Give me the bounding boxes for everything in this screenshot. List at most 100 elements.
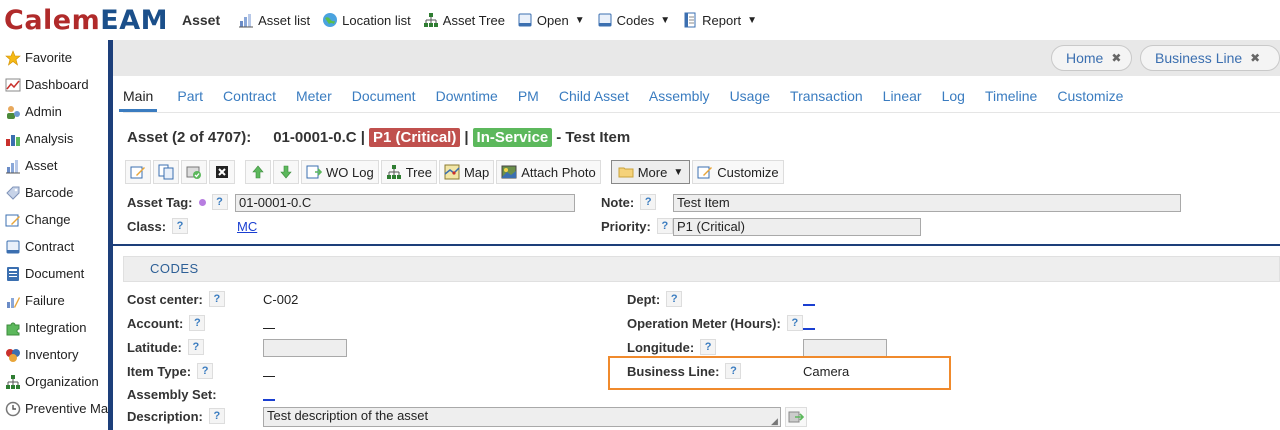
class-link[interactable]: MC [237, 219, 257, 234]
tree-button[interactable]: Tree [380, 160, 437, 184]
caret-down-icon: ▼ [574, 14, 585, 26]
help-icon[interactable]: ? [208, 291, 225, 307]
sidebar-item-favorite[interactable]: Favorite [0, 44, 110, 71]
help-icon[interactable]: ? [640, 194, 657, 210]
copy-button[interactable] [153, 160, 179, 184]
subtab-part[interactable]: Part [177, 86, 203, 112]
delete-button[interactable] [209, 160, 235, 184]
subtab-usage[interactable]: Usage [730, 86, 770, 112]
menu-location-list[interactable]: Location list [322, 12, 411, 28]
asset-tag-input[interactable]: 01-0001-0.C [235, 194, 575, 212]
sidebar-item-label: Favorite [25, 50, 72, 65]
subtab-timeline[interactable]: Timeline [985, 86, 1037, 112]
caret-down-icon: ▼ [673, 166, 684, 178]
sidebar-item-organization[interactable]: Organization [0, 368, 110, 395]
menu-asset-tree[interactable]: Asset Tree [423, 12, 505, 28]
subtab-log[interactable]: Log [942, 86, 965, 112]
sidebar-item-label: Document [25, 266, 85, 281]
help-icon[interactable]: ? [208, 408, 225, 424]
description-textarea[interactable]: Test description of the asset [263, 407, 781, 427]
sidebar-item-label: Preventive Ma [25, 401, 109, 416]
sidebar-item-analysis[interactable]: Analysis [0, 125, 110, 152]
button-label: Map [463, 164, 490, 180]
asset-icon [4, 157, 21, 174]
customize-button[interactable]: Customize [692, 160, 784, 184]
subtab-child-asset[interactable]: Child Asset [559, 86, 629, 112]
codes-section-header[interactable]: CODES [123, 256, 1280, 282]
account-empty-value [263, 328, 275, 329]
close-icon[interactable]: ✖ [1250, 51, 1260, 65]
description-expand-button[interactable] [785, 407, 807, 427]
close-icon[interactable]: ✖ [1111, 51, 1121, 65]
assembly-set-link[interactable] [263, 399, 275, 401]
subtab-linear[interactable]: Linear [883, 86, 922, 112]
wo-log-button[interactable]: WO Log [301, 160, 379, 184]
subtab-main[interactable]: Main [119, 86, 158, 112]
note-input[interactable]: Test Item [673, 194, 1181, 212]
organization-icon [4, 373, 21, 390]
sidebar-item-label: Inventory [25, 347, 79, 362]
menu-open[interactable]: Open ▼ [517, 12, 585, 28]
help-icon[interactable]: ? [187, 339, 204, 355]
subtab-document[interactable]: Document [352, 86, 416, 112]
sidebar-item-integration[interactable]: Integration [0, 314, 110, 341]
map-button[interactable]: Map [438, 160, 495, 184]
subtab-transaction[interactable]: Transaction [790, 86, 863, 112]
sidebar-item-change[interactable]: Change [0, 206, 110, 233]
latitude-input[interactable] [263, 339, 347, 357]
asset-name: - Test Item [556, 129, 631, 146]
subtab-customize[interactable]: Customize [1057, 86, 1123, 112]
help-icon[interactable]: ? [172, 218, 189, 234]
sidebar-item-asset[interactable]: Asset [0, 152, 110, 179]
description-label: Description: ? [127, 408, 225, 424]
open-tabs-bar: Home ✖ Business Line ✖ [113, 40, 1280, 76]
label-text: Account: [127, 315, 184, 331]
previous-record-button[interactable] [245, 160, 271, 184]
button-label: Customize [717, 164, 779, 180]
help-icon[interactable]: ? [700, 339, 717, 355]
longitude-input[interactable] [803, 339, 887, 357]
menu-codes[interactable]: Codes ▼ [597, 12, 670, 28]
help-icon[interactable]: ? [189, 315, 206, 331]
menu-asset-list[interactable]: Asset list [238, 12, 310, 28]
next-record-button[interactable] [273, 160, 299, 184]
operation-meter-link[interactable] [803, 328, 815, 330]
subtab-contract[interactable]: Contract [223, 86, 276, 112]
folder-icon [618, 164, 634, 180]
attach-photo-button[interactable]: Attach Photo [496, 160, 601, 184]
priority-input[interactable]: P1 (Critical) [673, 218, 921, 236]
contract-icon [4, 238, 21, 255]
document-icon [4, 265, 21, 282]
subtab-meter[interactable]: Meter [296, 86, 332, 112]
form-divider [113, 244, 1280, 246]
button-label: WO Log [326, 164, 374, 180]
help-icon[interactable]: ? [666, 291, 683, 307]
map-icon [444, 164, 460, 180]
sidebar-item-barcode[interactable]: Barcode [0, 179, 110, 206]
subtab-pm[interactable]: PM [518, 86, 539, 112]
tab-business-line[interactable]: Business Line ✖ [1140, 45, 1280, 71]
menu-label: Asset Tree [442, 12, 505, 28]
edit-button[interactable] [125, 160, 151, 184]
menu-report[interactable]: Report ▼ [682, 12, 757, 28]
sidebar-item-inventory[interactable]: Inventory [0, 341, 110, 368]
sidebar-item-contract[interactable]: Contract [0, 233, 110, 260]
dept-link[interactable] [803, 304, 815, 306]
help-icon[interactable]: ? [656, 218, 673, 234]
help-icon[interactable]: ? [211, 194, 228, 210]
sidebar-item-preventive-maintenance[interactable]: Preventive Ma [0, 395, 110, 422]
sidebar-item-failure[interactable]: Failure [0, 287, 110, 314]
resize-grip-icon[interactable]: ◢ [771, 416, 778, 427]
sidebar-item-document[interactable]: Document [0, 260, 110, 287]
subtab-downtime[interactable]: Downtime [436, 86, 498, 112]
app-logo[interactable]: CalemEAM [4, 5, 168, 36]
tab-home[interactable]: Home ✖ [1051, 45, 1133, 71]
help-icon[interactable]: ? [197, 363, 214, 379]
help-icon[interactable]: ? [786, 315, 803, 331]
save-button[interactable] [181, 160, 207, 184]
sidebar-item-admin[interactable]: Admin [0, 98, 110, 125]
more-button[interactable]: More ▼ [610, 160, 691, 184]
sidebar-item-label: Asset [25, 158, 58, 173]
subtab-assembly[interactable]: Assembly [649, 86, 710, 112]
sidebar-item-dashboard[interactable]: Dashboard [0, 71, 110, 98]
